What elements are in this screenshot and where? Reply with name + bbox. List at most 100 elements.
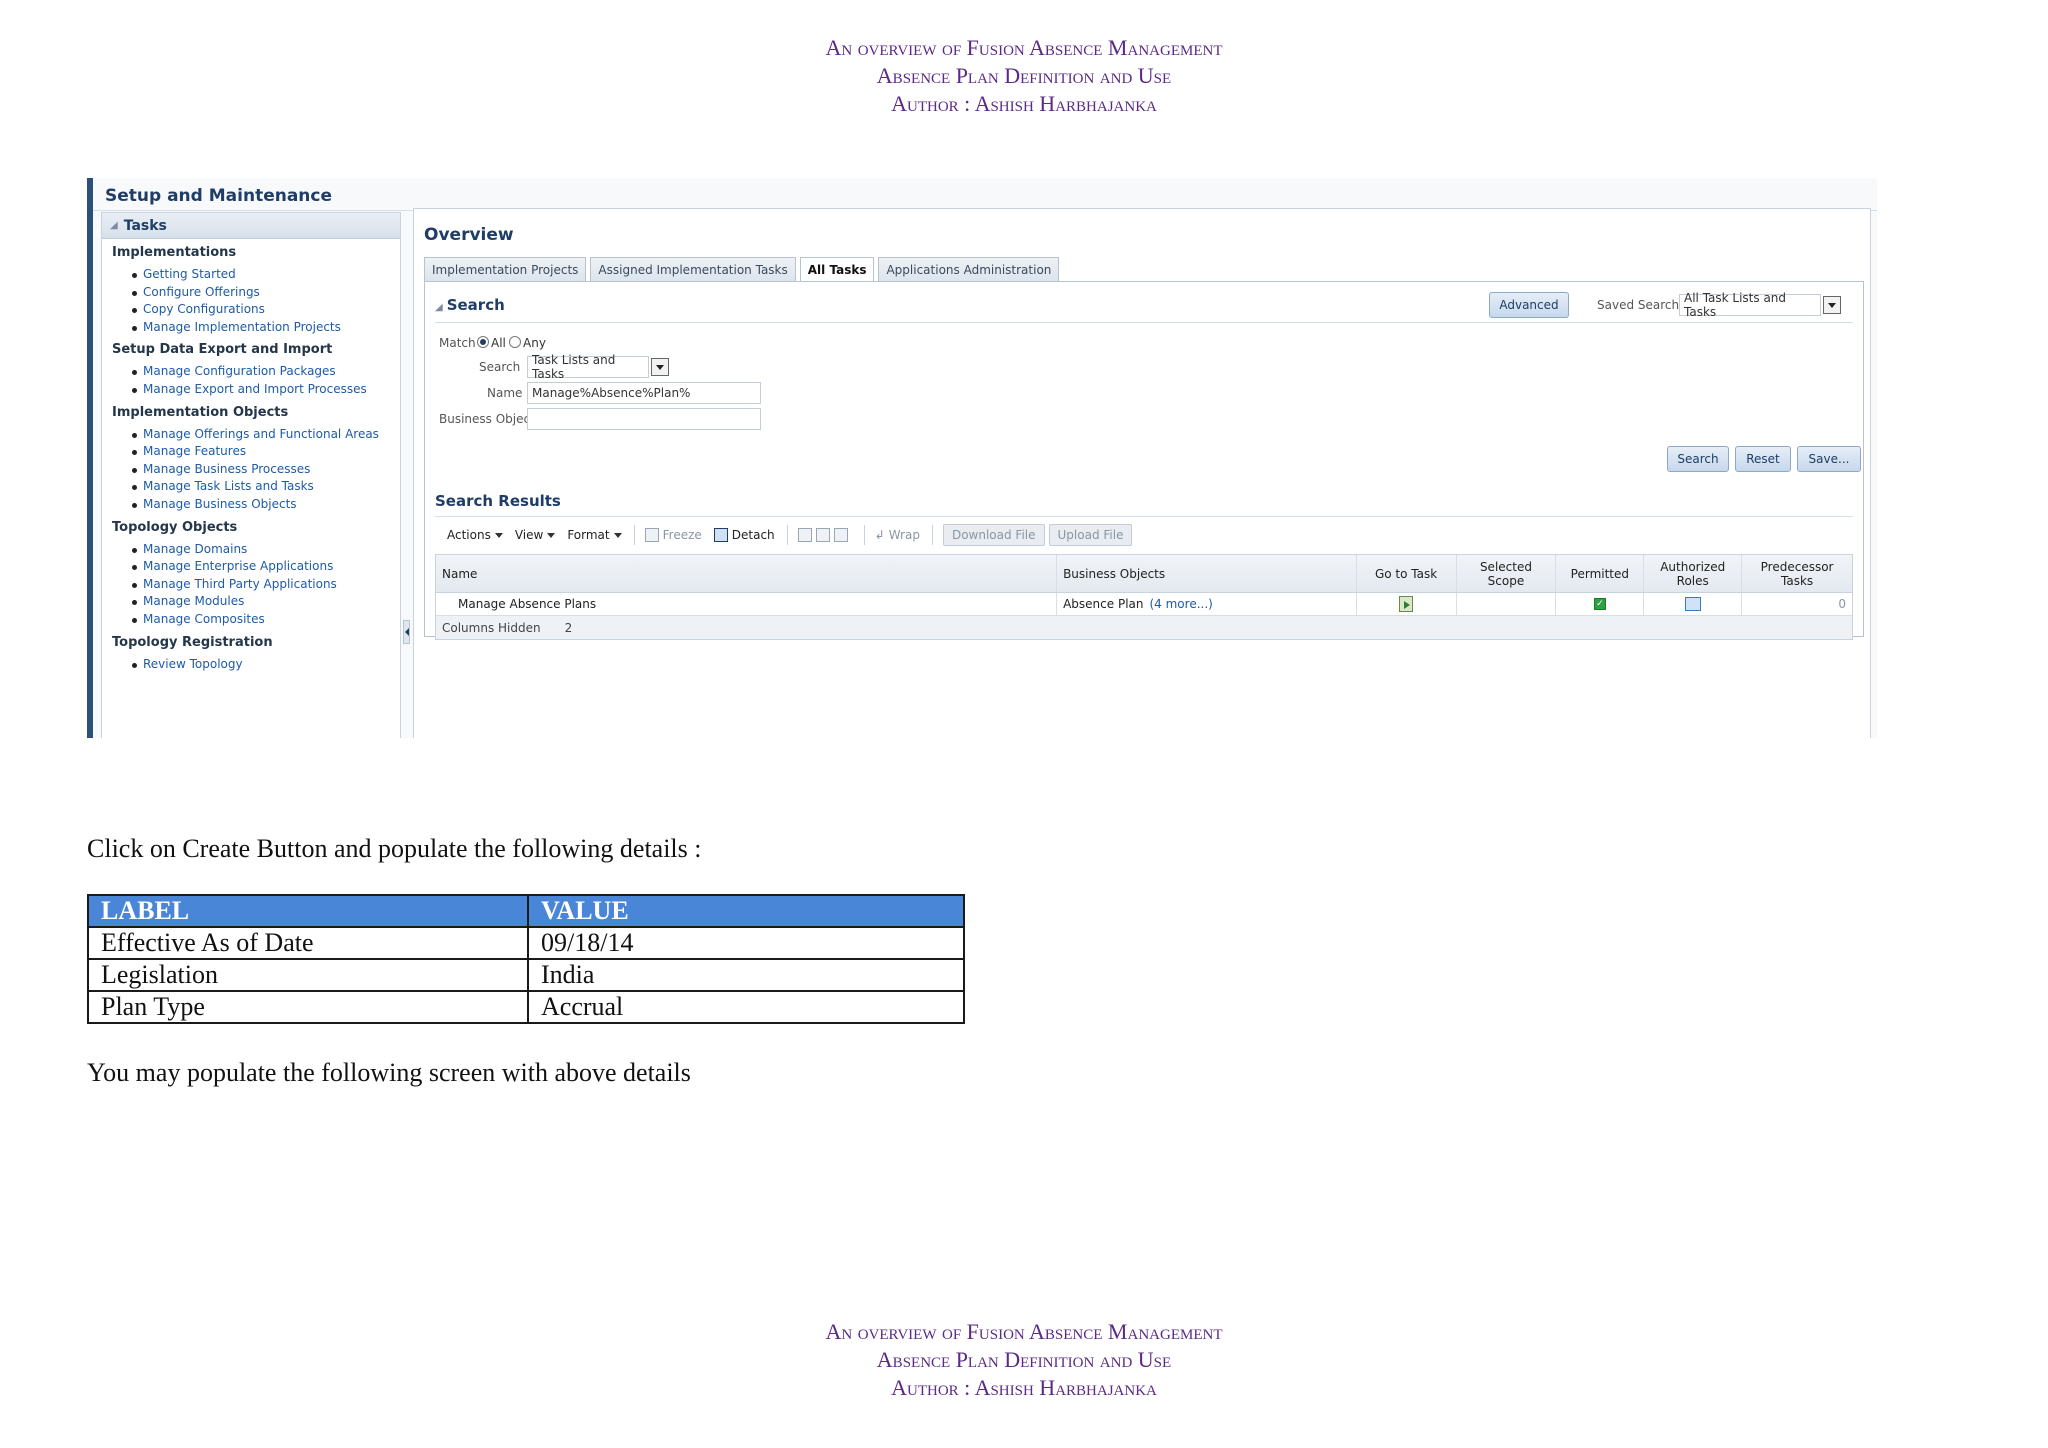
task-link-manage-offerings[interactable]: Manage Offerings and Functional Areas (132, 426, 400, 444)
task-link-copy-configurations[interactable]: Copy Configurations (132, 301, 400, 319)
toolbar-separator (931, 525, 933, 545)
task-link-review-topology[interactable]: Review Topology (132, 656, 400, 674)
business-object-input[interactable] (527, 408, 761, 430)
freeze-icon (644, 528, 659, 542)
tab-assigned-implementation-tasks[interactable]: Assigned Implementation Tasks (590, 257, 796, 281)
task-link-manage-export-import[interactable]: Manage Export and Import Processes (132, 381, 400, 399)
footer-line-3: Author : Ashish Harbhajanka (891, 1375, 1157, 1400)
column-header-go-to-task[interactable]: Go to Task (1357, 555, 1457, 592)
tasks-panel-header[interactable]: ◢ Tasks (102, 213, 400, 239)
header-line-3: Author : Ashish Harbhajanka (891, 91, 1157, 116)
overview-region: Overview Implementation Projects Assigne… (413, 208, 1871, 738)
row-predecessor-tasks: 0 (1838, 597, 1847, 611)
view-menu[interactable]: View (515, 528, 556, 542)
advanced-button[interactable]: Advanced (1489, 292, 1569, 318)
tab-all-tasks[interactable]: All Tasks (799, 257, 875, 281)
column-header-permitted[interactable]: Permitted (1556, 555, 1645, 592)
format-menu-label: Format (567, 528, 610, 542)
upload-file-button[interactable]: Upload File (1048, 524, 1133, 546)
row-name: Manage Absence Plans (436, 593, 1058, 615)
task-link-manage-modules[interactable]: Manage Modules (132, 593, 400, 611)
chevron-down-icon (613, 532, 622, 538)
task-link-manage-enterprise-applications[interactable]: Manage Enterprise Applications (132, 558, 400, 576)
row-value: Accrual (527, 990, 965, 1024)
detach-button[interactable]: Detach (713, 528, 775, 542)
row-label: Plan Type (87, 990, 529, 1024)
wrap-label: Wrap (888, 528, 920, 542)
row-value: 09/18/14 (527, 926, 965, 960)
collapse-triangle-icon[interactable]: ◢ (435, 302, 443, 313)
task-link-manage-domains[interactable]: Manage Domains (132, 541, 400, 559)
column-header-value: VALUE (527, 894, 965, 928)
name-input[interactable]: Manage%Absence%Plan% (527, 382, 761, 404)
authorized-roles-icon[interactable] (1684, 597, 1701, 611)
wrap-button[interactable]: ↲ Wrap (875, 528, 920, 542)
task-group-title: Topology Objects (112, 519, 238, 535)
chevron-down-icon[interactable] (1823, 296, 1841, 314)
all-tasks-panel: ◢ Search Advanced Saved Search All Task L… (424, 281, 1864, 640)
task-link-manage-business-objects[interactable]: Manage Business Objects (132, 496, 400, 514)
divider (435, 322, 1853, 323)
columns-hidden-count: 2 (564, 620, 573, 635)
task-link-manage-implementation-projects[interactable]: Manage Implementation Projects (132, 319, 400, 337)
task-group-implementations: Implementations Getting Started Configur… (102, 239, 400, 336)
table-footer: Columns Hidden 2 (436, 615, 1852, 639)
collapse-triangle-icon[interactable]: ◢ (110, 220, 118, 231)
column-header-label: LABEL (87, 894, 529, 928)
task-link-manage-composites[interactable]: Manage Composites (132, 611, 400, 629)
column-right-icon[interactable] (815, 528, 830, 542)
task-link-manage-business-processes[interactable]: Manage Business Processes (132, 461, 400, 479)
more-business-objects-link[interactable]: (4 more...) (1149, 597, 1212, 611)
download-file-button[interactable]: Download File (942, 524, 1045, 546)
column-header-predecessor-tasks[interactable]: Predecessor Tasks (1742, 555, 1852, 592)
search-button[interactable]: Search (1667, 446, 1729, 472)
tab-applications-administration[interactable]: Applications Administration (878, 257, 1060, 281)
column-header-business-objects[interactable]: Business Objects (1057, 555, 1357, 592)
toolbar-separator (786, 525, 788, 545)
name-label: Name (487, 386, 523, 400)
go-to-task-icon[interactable] (1399, 596, 1414, 612)
business-object-value: Absence Plan (1063, 597, 1144, 611)
collapse-pane-handle[interactable] (403, 620, 410, 644)
tab-implementation-projects[interactable]: Implementation Projects (424, 257, 587, 281)
match-any-radio[interactable] (509, 336, 521, 348)
columns-hidden-label: Columns Hidden (442, 620, 541, 635)
freeze-button[interactable]: Freeze (644, 528, 702, 542)
toolbar-separator (863, 525, 865, 545)
checkmark-icon: ✓ (1593, 598, 1606, 610)
header-line-2: Absence Plan Definition and Use (876, 63, 1172, 88)
footer-line-1: An overview of Fusion Absence Management (825, 1319, 1223, 1344)
search-type-select[interactable]: Task Lists and Tasks (527, 353, 649, 381)
table-row: Legislation India (87, 958, 965, 992)
search-title-text: Search (446, 296, 505, 314)
search-section-title[interactable]: ◢ Search (435, 296, 505, 314)
row-business-objects: Absence Plan (4 more...) (1057, 593, 1357, 615)
task-link-manage-features[interactable]: Manage Features (132, 443, 400, 461)
save-search-button[interactable]: Save... (1797, 446, 1861, 472)
task-link-manage-task-lists[interactable]: Manage Task Lists and Tasks (132, 478, 400, 496)
actions-menu[interactable]: Actions (447, 528, 503, 542)
match-all-radio[interactable] (477, 336, 489, 348)
task-link-manage-configuration-packages[interactable]: Manage Configuration Packages (132, 363, 400, 381)
chevron-down-icon (494, 532, 503, 538)
format-menu[interactable]: Format (567, 528, 622, 542)
reset-button[interactable]: Reset (1735, 446, 1791, 472)
reorder-columns-icon[interactable] (833, 528, 848, 542)
document-footer: An overview of Fusion Absence Management… (0, 1318, 2048, 1402)
column-header-name[interactable]: Name (436, 555, 1058, 592)
column-left-icon[interactable] (797, 528, 812, 542)
toolbar-separator (633, 525, 635, 545)
saved-search-select[interactable]: All Task Lists and Tasks (1679, 291, 1821, 319)
column-header-authorized-roles[interactable]: Authorized Roles (1644, 555, 1743, 592)
row-selected-scope (1457, 593, 1557, 615)
task-link-configure-offerings[interactable]: Configure Offerings (132, 284, 400, 302)
table-row[interactable]: Manage Absence Plans Absence Plan (4 mor… (436, 593, 1852, 615)
column-header-selected-scope[interactable]: Selected Scope (1457, 555, 1557, 592)
task-link-getting-started[interactable]: Getting Started (132, 266, 400, 284)
chevron-down-icon[interactable] (651, 358, 669, 376)
match-label: Match (439, 336, 476, 350)
row-permitted: ✓ (1556, 593, 1645, 615)
row-go-to-task (1357, 593, 1457, 615)
wrap-tools (797, 528, 852, 542)
task-link-manage-third-party-applications[interactable]: Manage Third Party Applications (132, 576, 400, 594)
